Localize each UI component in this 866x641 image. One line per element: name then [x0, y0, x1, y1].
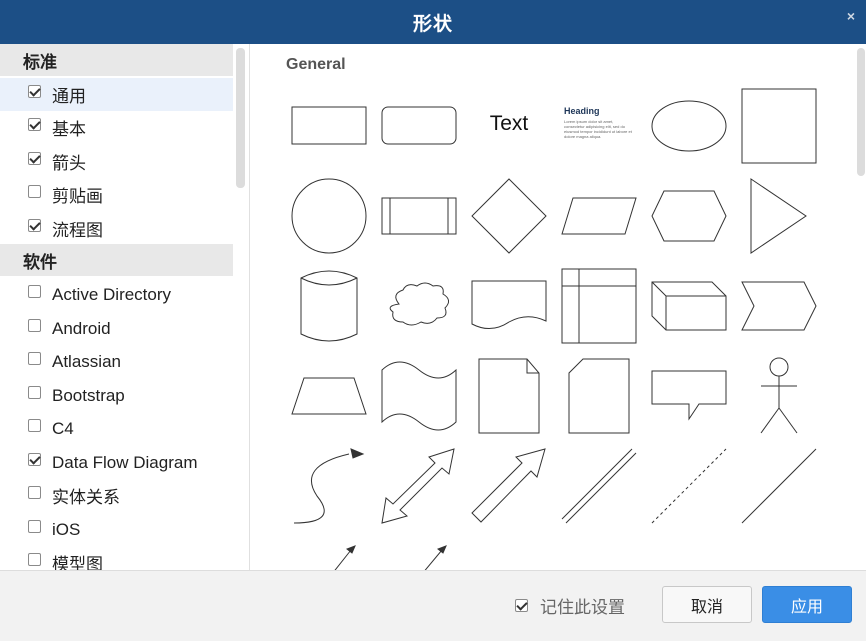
library-item-active-directory[interactable]: Active Directory	[0, 278, 233, 311]
apply-button[interactable]: 应用	[762, 586, 852, 623]
textbox-shape[interactable]: Heading Lorem ipsum dolor sit amet, cons…	[559, 86, 639, 166]
library-item-atlassian[interactable]: Atlassian	[0, 345, 233, 378]
checkbox[interactable]	[28, 219, 41, 232]
library-item-bootstrap[interactable]: Bootstrap	[0, 379, 233, 412]
library-item-label: 通用	[52, 87, 86, 106]
callout-shape[interactable]	[649, 356, 729, 436]
ellipse-shape[interactable]	[649, 86, 729, 166]
library-item-mockup[interactable]: 模型图	[0, 546, 233, 570]
cylinder-shape[interactable]	[289, 266, 369, 346]
library-item-android[interactable]: Android	[0, 312, 233, 345]
shape-library-sidebar: 标准 通用 基本 箭头 剪贴画 流程图 软件 Active Directory …	[0, 44, 250, 570]
library-item-general[interactable]: 通用	[0, 78, 233, 111]
remember-setting[interactable]: 记住此设置	[515, 593, 625, 618]
cube-shape[interactable]	[649, 266, 729, 346]
checkbox[interactable]	[28, 352, 41, 365]
library-item-c4[interactable]: C4	[0, 412, 233, 445]
arrow-shape[interactable]	[469, 446, 549, 526]
parallelogram-shape[interactable]	[559, 176, 639, 256]
cloud-shape[interactable]	[379, 266, 459, 346]
library-item-label: Android	[52, 318, 111, 338]
dialog-titlebar: 形状 ×	[0, 0, 866, 44]
step-shape[interactable]	[739, 266, 819, 346]
link-shape[interactable]	[559, 446, 639, 526]
trapezoid-shape[interactable]	[289, 356, 369, 436]
dashed-line-shape[interactable]	[649, 446, 729, 526]
library-item-label: C4	[52, 418, 74, 438]
square-shape[interactable]	[739, 86, 819, 166]
process-shape[interactable]	[379, 176, 459, 256]
library-item-label: Data Flow Diagram	[52, 452, 198, 472]
library-item-clipart[interactable]: 剪贴画	[0, 178, 233, 211]
checkbox[interactable]	[28, 285, 41, 298]
group-header-standard: 标准	[0, 44, 233, 76]
circle-shape[interactable]	[289, 176, 369, 256]
library-item-basic[interactable]: 基本	[0, 111, 233, 144]
checkbox[interactable]	[28, 118, 41, 131]
rounded-rectangle-shape[interactable]	[379, 86, 459, 166]
library-item-label: 剪贴画	[52, 187, 103, 206]
triangle-shape[interactable]	[739, 176, 819, 256]
library-item-ios[interactable]: iOS	[0, 513, 233, 546]
library-item-entity-relation[interactable]: 实体关系	[0, 479, 233, 512]
actor-shape[interactable]	[739, 356, 819, 436]
connector-arrow-shape[interactable]	[289, 536, 369, 570]
section-title: General	[286, 56, 346, 73]
library-item-label: 模型图	[52, 555, 103, 570]
sidebar-scrollbar[interactable]	[236, 48, 245, 188]
library-item-label: 基本	[52, 120, 86, 139]
checkbox[interactable]	[28, 185, 41, 198]
connector-arrow-2-shape[interactable]	[379, 536, 459, 570]
hexagon-shape[interactable]	[649, 176, 729, 256]
library-item-label: 流程图	[52, 221, 103, 240]
text-shape-label: Text	[489, 112, 529, 135]
checkbox[interactable]	[28, 453, 41, 466]
rectangle-shape[interactable]	[289, 86, 369, 166]
library-item-label: 实体关系	[52, 488, 120, 507]
remember-checkbox[interactable]	[515, 599, 528, 612]
checkbox[interactable]	[28, 386, 41, 399]
remember-label: 记住此设置	[540, 598, 625, 617]
library-item-data-flow-diagram[interactable]: Data Flow Diagram	[0, 446, 233, 479]
library-item-label: Bootstrap	[52, 385, 125, 405]
group-header-software: 软件	[0, 244, 233, 276]
checkbox[interactable]	[28, 152, 41, 165]
textbox-heading: Heading	[564, 106, 600, 116]
text-shape[interactable]: Text	[469, 86, 549, 166]
checkbox[interactable]	[28, 85, 41, 98]
close-icon[interactable]: ×	[847, 8, 856, 24]
dialog-footer: 记住此设置 取消 应用	[0, 570, 866, 641]
checkbox[interactable]	[28, 520, 41, 533]
checkbox[interactable]	[28, 319, 41, 332]
library-item-label: Active Directory	[52, 284, 172, 304]
curved-arrow-shape[interactable]	[289, 446, 369, 526]
library-item-flowchart[interactable]: 流程图	[0, 212, 233, 245]
card-shape[interactable]	[559, 356, 639, 436]
textbox-body: Lorem ipsum dolor sit amet, consectetur …	[564, 119, 632, 139]
internal-storage-shape[interactable]	[559, 266, 639, 346]
dialog-title: 形状	[412, 13, 453, 35]
cancel-button[interactable]: 取消	[662, 586, 752, 623]
library-item-label: iOS	[52, 519, 81, 539]
note-shape[interactable]	[469, 356, 549, 436]
library-item-label: Atlassian	[52, 351, 121, 371]
document-shape[interactable]	[469, 266, 549, 346]
library-item-arrows[interactable]: 箭头	[0, 145, 233, 178]
checkbox[interactable]	[28, 486, 41, 499]
line-shape[interactable]	[739, 446, 819, 526]
library-item-label: 箭头	[52, 154, 86, 173]
tape-shape[interactable]	[379, 356, 459, 436]
bidirectional-arrow-shape[interactable]	[379, 446, 459, 526]
checkbox[interactable]	[28, 553, 41, 566]
diamond-shape[interactable]	[469, 176, 549, 256]
preview-scrollbar[interactable]	[857, 48, 865, 176]
shape-preview-panel: General Text Heading Lorem ipsum dolor s…	[251, 44, 866, 570]
checkbox[interactable]	[28, 419, 41, 432]
